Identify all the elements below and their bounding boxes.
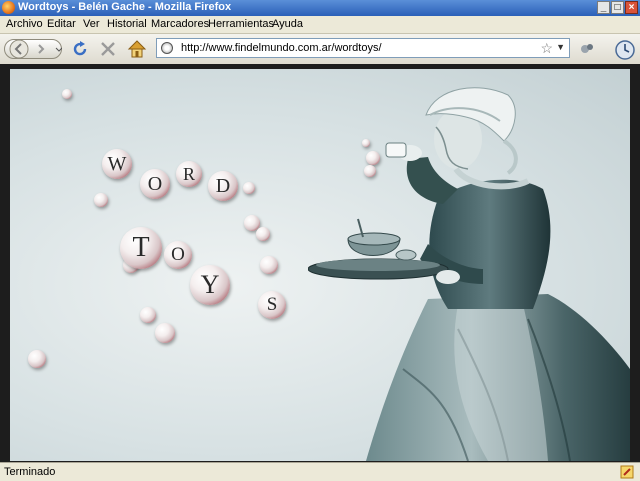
reload-icon[interactable] [71,40,89,58]
home-icon[interactable] [127,39,147,59]
status-text: Terminado [4,466,56,478]
menu-bar: Archivo Editar Ver Historial Marcadores … [0,16,640,34]
letter-bubble-w[interactable]: W [102,149,132,179]
menu-herramientas[interactable]: Herramientas [208,18,274,30]
bubble [256,227,270,241]
woman-with-tray-illustration [308,87,630,461]
chevron-down-icon[interactable]: ▼ [556,42,565,52]
maximize-button[interactable]: □ [611,1,624,14]
menu-marcadores[interactable]: Marcadores [151,18,209,30]
bubble [28,350,46,368]
title-bar: Wordtoys - Belén Gache - Mozilla Firefox… [0,0,640,16]
clock-icon[interactable] [614,39,636,61]
bubble [62,89,72,99]
bubble [94,193,108,207]
back-forward-icon[interactable] [4,39,62,59]
address-bar[interactable]: http://www.findelmundo.com.ar/wordtoys/ … [156,38,570,58]
minimize-button[interactable]: _ [597,1,610,14]
menu-historial[interactable]: Historial [107,18,147,30]
addon-icon[interactable] [578,40,596,58]
letter-bubble-t[interactable]: T [120,227,162,269]
close-button[interactable]: × [625,1,638,14]
back-forward-group [4,39,62,59]
menu-editar[interactable]: Editar [47,18,76,30]
menu-ayuda[interactable]: Ayuda [272,18,303,30]
letter-bubble-o[interactable]: O [140,169,170,199]
edit-icon[interactable] [620,465,634,479]
stop-icon[interactable] [99,40,117,58]
letter-bubble-s[interactable]: S [258,291,286,319]
bookmark-star-icon[interactable]: ☆ [540,40,553,57]
bubble [243,182,255,194]
menu-ver[interactable]: Ver [83,18,100,30]
letter-bubble-r[interactable]: R [176,161,202,187]
window-title: Wordtoys - Belén Gache - Mozilla Firefox [18,1,232,13]
firefox-icon [2,1,15,14]
url-text: http://www.findelmundo.com.ar/wordtoys/ [181,42,382,54]
letter-bubble-y[interactable]: Y [190,265,230,305]
bubble [140,307,156,323]
page-content: W O R D T O Y S [10,69,630,461]
bubble [155,323,175,343]
globe-icon [161,42,173,54]
status-bar: Terminado [0,462,640,481]
letter-bubble-d[interactable]: D [208,171,238,201]
bubble [260,256,278,274]
menu-archivo[interactable]: Archivo [6,18,43,30]
letter-bubble-o2[interactable]: O [164,241,192,269]
